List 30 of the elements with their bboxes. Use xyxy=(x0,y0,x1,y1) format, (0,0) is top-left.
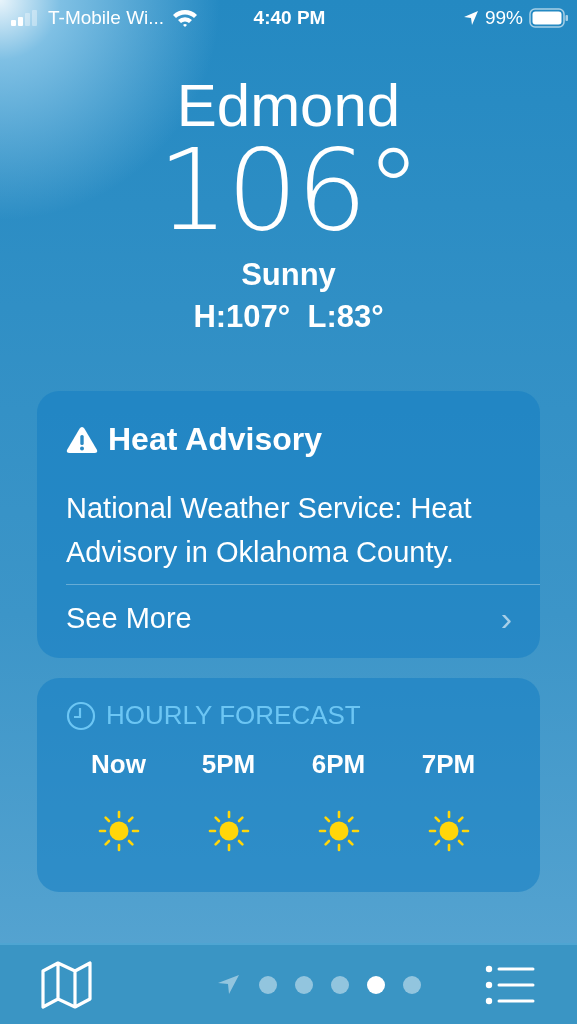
sun-icon xyxy=(427,810,470,852)
hour-label: 6PM xyxy=(311,749,366,780)
high-low-temperature: H:107° L:83° xyxy=(193,298,384,336)
carrier-name: T-Mobile Wi... xyxy=(48,6,165,29)
hour-label: 7PM xyxy=(421,749,476,780)
page-dot[interactable] xyxy=(295,975,313,994)
clock-icon xyxy=(66,700,96,731)
warning-icon xyxy=(66,425,98,454)
sun-icon xyxy=(207,810,250,852)
alert-message: National Weather Service: Heat Advisory in Oklahoma County. xyxy=(65,491,473,570)
hourly-forecast-title: HOURLY FORECAST xyxy=(106,700,361,731)
page-dot[interactable] xyxy=(259,975,277,994)
page-dot[interactable] xyxy=(331,975,349,994)
sun-icon xyxy=(97,810,140,852)
see-more-link[interactable]: See More › xyxy=(66,584,540,658)
alert-title: Heat Advisory xyxy=(108,421,322,458)
map-icon[interactable] xyxy=(41,960,93,1009)
list-icon[interactable] xyxy=(485,964,535,1005)
clock-time: 4:40 PM xyxy=(253,6,326,29)
battery-icon xyxy=(529,7,569,28)
weather-condition: Sunny xyxy=(241,256,336,294)
wifi-icon xyxy=(172,8,199,27)
battery-percent: 99% xyxy=(484,6,523,29)
sun-icon xyxy=(317,810,360,852)
signal-icon xyxy=(10,9,40,26)
hour-label: 5PM xyxy=(201,749,256,780)
page-dot[interactable] xyxy=(367,975,385,994)
hour-label: Now xyxy=(91,749,146,780)
location-arrow-icon xyxy=(462,9,479,26)
page-dot[interactable] xyxy=(403,975,421,994)
